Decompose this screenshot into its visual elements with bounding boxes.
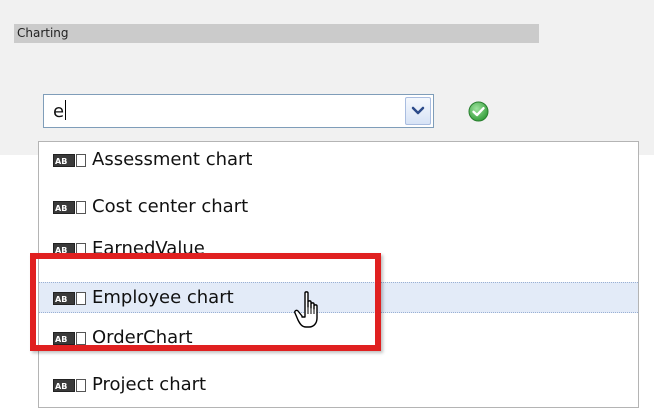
text-caret bbox=[65, 100, 67, 120]
text-field-icon: AB bbox=[53, 379, 86, 392]
hand-pointer-icon bbox=[294, 291, 318, 328]
svg-text:AB: AB bbox=[55, 382, 67, 391]
dropdown-toggle-button[interactable] bbox=[405, 97, 431, 125]
list-item-label: Assessment chart bbox=[92, 149, 253, 170]
section-header: Charting bbox=[14, 24, 539, 43]
checkmark-circle-icon[interactable] bbox=[468, 101, 489, 122]
screenshot-root: Charting e AB Assessment chart AB Cost c… bbox=[0, 0, 654, 408]
svg-text:AB: AB bbox=[55, 204, 67, 213]
text-field-icon: AB bbox=[53, 154, 86, 167]
list-item-label: Cost center chart bbox=[92, 196, 249, 217]
combo-input-value[interactable]: e bbox=[53, 100, 67, 123]
list-item-project-chart[interactable]: AB Project chart bbox=[39, 370, 638, 401]
annotation-highlight-box bbox=[30, 253, 381, 351]
section-title: Charting bbox=[17, 26, 69, 40]
list-item-cost-center-chart[interactable]: AB Cost center chart bbox=[39, 192, 638, 223]
list-item-assessment-chart[interactable]: AB Assessment chart bbox=[39, 145, 638, 176]
chart-combo-input[interactable]: e bbox=[43, 94, 434, 128]
text-field-icon: AB bbox=[53, 201, 86, 214]
chevron-down-icon bbox=[411, 106, 425, 115]
svg-text:AB: AB bbox=[55, 157, 67, 166]
list-item-label: Project chart bbox=[92, 374, 207, 395]
